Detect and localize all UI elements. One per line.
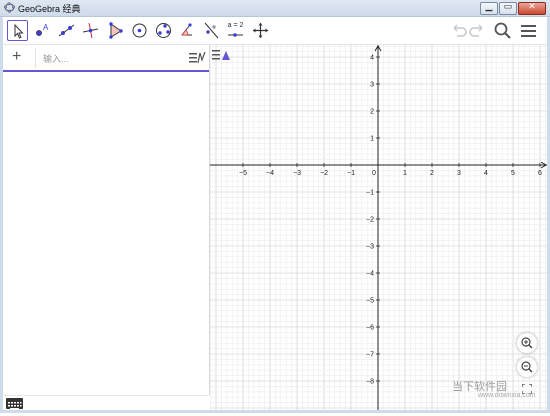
origin-label: 0: [372, 170, 376, 177]
geogebra-logo-icon: [4, 2, 15, 13]
y-tick-label: 4: [370, 55, 374, 62]
x-tick-label: 1: [403, 170, 407, 177]
close-icon: ✕: [528, 1, 536, 11]
slider-tool-label: a = 2: [227, 22, 244, 29]
watermark-url: www.downxia.com: [478, 392, 536, 399]
x-tick-label: −5: [239, 170, 247, 177]
hamburger-menu-icon: [521, 25, 536, 37]
y-tick-label: −2: [366, 217, 374, 224]
y-tick-label: 3: [370, 82, 374, 89]
redo-button[interactable]: [467, 20, 488, 41]
minimize-button[interactable]: ▁: [480, 1, 498, 15]
window-title: GeoGebra 经典: [18, 4, 81, 14]
zoom-in-button[interactable]: [517, 333, 537, 353]
move-tool-icon: [14, 23, 24, 39]
x-tick-label: 3: [457, 170, 461, 177]
algebra-view-menu-icon[interactable]: [187, 48, 207, 68]
move-tool-button[interactable]: [7, 20, 28, 41]
algebra-input-field[interactable]: 输入...: [43, 52, 69, 65]
y-tick-label: −6: [366, 325, 374, 332]
circle-tool-button[interactable]: [129, 20, 150, 41]
keyboard-icon: [8, 402, 22, 410]
keyboard-button[interactable]: [6, 398, 23, 410]
reflect-tool-button[interactable]: [201, 20, 222, 41]
perpendicular-line-tool-icon: [82, 22, 99, 39]
graphics-view[interactable]: −5 −4 −3 −2 −1 0 1 2 3 4 5 6 4 3 2 1 −1 −2 −3 −4 −5 −6 −7 −8: [210, 45, 547, 410]
minimize-icon: ▁: [485, 1, 493, 11]
y-tick-label: −1: [366, 190, 374, 197]
x-tick-label: 5: [511, 170, 515, 177]
polygon-tool-button[interactable]: [105, 20, 126, 41]
algebra-view: + 输入...: [3, 45, 210, 395]
polygon-tool-icon: [109, 22, 123, 39]
algebra-footer: [3, 395, 209, 411]
reflect-tool-icon: [204, 22, 219, 39]
x-tick-label: −2: [320, 170, 328, 177]
coordinate-grid[interactable]: −5 −4 −3 −2 −1 0 1 2 3 4 5 6 4 3 2 1 −1 −2 −3 −4 −5 −6 −7 −8: [210, 45, 547, 410]
algebra-input-row[interactable]: + 输入...: [3, 45, 209, 72]
y-tick-label: 2: [370, 109, 374, 116]
ellipse-tool-icon: [156, 23, 171, 38]
y-tick-label: 1: [370, 136, 374, 143]
search-icon: [494, 22, 511, 39]
y-tick-label: −8: [366, 379, 374, 386]
main-menu-button[interactable]: [518, 20, 539, 41]
search-button[interactable]: [492, 20, 513, 41]
redo-icon: [469, 24, 483, 37]
y-tick-label: −3: [366, 244, 374, 251]
circle-tool-icon: [132, 23, 147, 38]
slider-tool-button[interactable]: a = 2: [225, 20, 246, 41]
line-tool-button[interactable]: [56, 20, 77, 41]
y-tick-label: −4: [366, 271, 374, 278]
y-tick-label: −5: [366, 298, 374, 305]
x-tick-label: 4: [484, 170, 488, 177]
x-tick-label: 2: [430, 170, 434, 177]
maximize-button[interactable]: ▭: [499, 1, 517, 15]
svg-text:A: A: [43, 23, 49, 32]
move-graphics-view-tool-icon: [253, 23, 268, 38]
point-tool-icon: A: [36, 23, 49, 36]
zoom-out-button[interactable]: [517, 357, 537, 377]
x-tick-label: 6: [538, 170, 542, 177]
ellipse-tool-button[interactable]: [153, 20, 174, 41]
line-tool-icon: [58, 24, 75, 37]
x-tick-label: −4: [266, 170, 274, 177]
toolbar: A a = 2: [0, 17, 550, 45]
perpendicular-tool-button[interactable]: [80, 20, 101, 41]
angle-tool-icon: [181, 23, 192, 36]
angle-tool-button[interactable]: [177, 20, 198, 41]
maximize-icon: ▭: [503, 1, 513, 11]
point-tool-button[interactable]: A: [32, 20, 53, 41]
x-tick-label: −1: [347, 170, 355, 177]
zoom-out-icon: [521, 361, 533, 373]
undo-button[interactable]: [448, 20, 469, 41]
zoom-in-icon: [521, 337, 533, 349]
window-controls: ▁ ▭ ✕: [480, 1, 546, 15]
add-object-button[interactable]: +: [12, 48, 21, 66]
y-tick-label: −7: [366, 352, 374, 359]
move-graphics-view-button[interactable]: [250, 20, 271, 41]
close-button[interactable]: ✕: [518, 1, 546, 15]
x-tick-label: −3: [293, 170, 301, 177]
input-separator: [35, 48, 36, 68]
graphics-view-menu-icon[interactable]: [210, 45, 232, 65]
undo-icon: [453, 24, 467, 37]
title-bar: GeoGebra 经典 ▁ ▭ ✕: [0, 0, 550, 17]
